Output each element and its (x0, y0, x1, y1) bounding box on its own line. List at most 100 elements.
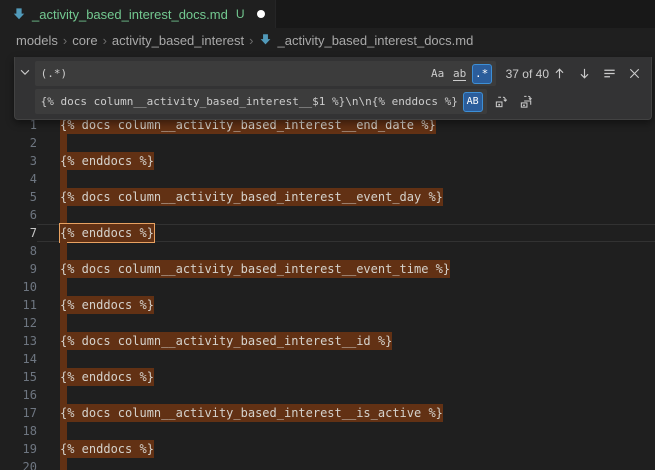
editor-line[interactable]: 9 {% docs column__activity_based_interest… (0, 260, 655, 278)
line-number: 17 (0, 404, 37, 422)
vscode-window: _activity_based_interest_docs.md U model… (0, 0, 655, 470)
preserve-case-toggle[interactable]: AB (463, 92, 483, 112)
breadcrumb-filename: _activity_based_interest_docs.md (278, 33, 474, 48)
find-match-highlight: {% enddocs %} (60, 440, 154, 458)
line-content: {% docs column__activity_based_interest_… (37, 188, 655, 206)
find-match-highlight: {% docs column__activity_based_interest_… (60, 332, 392, 350)
find-match-empty-highlight (60, 278, 67, 296)
line-content (37, 134, 655, 152)
find-match-highlight: {% enddocs %} (60, 368, 154, 386)
whole-word-toggle[interactable]: ab (450, 64, 470, 84)
breadcrumb-item-file[interactable]: _activity_based_interest_docs.md (259, 33, 474, 48)
line-number: 16 (0, 386, 37, 404)
replace-input-wrap: AB (35, 89, 487, 114)
line-content (37, 242, 655, 260)
find-input-wrap: Aa ab .* (35, 61, 496, 86)
toggle-replace-chevron-down-icon[interactable] (15, 61, 35, 82)
find-match-highlight: {% enddocs %} (60, 296, 154, 314)
editor-line[interactable]: 20 (0, 458, 655, 470)
editor-line[interactable]: 14 (0, 350, 655, 368)
find-match-empty-highlight (60, 458, 67, 470)
line-content (37, 170, 655, 188)
editor-lines: 1{% docs column__activity_based_interest… (0, 116, 655, 470)
editor-line[interactable]: 12 (0, 314, 655, 332)
editor-line[interactable]: 17 {% docs column__activity_based_interes… (0, 404, 655, 422)
breadcrumb-item[interactable]: activity_based_interest (112, 33, 244, 48)
line-number: 19 (0, 440, 37, 458)
breadcrumb: models›core›activity_based_interest›_act… (0, 28, 655, 52)
line-number: 2 (0, 134, 37, 152)
editor-line[interactable]: 13{% docs column__activity_based_interes… (0, 332, 655, 350)
line-number: 12 (0, 314, 37, 332)
editor-line[interactable]: 3 {% enddocs %} (0, 152, 655, 170)
breadcrumb-separator: › (103, 33, 107, 48)
find-match-empty-highlight (60, 350, 67, 368)
match-case-toggle[interactable]: Aa (428, 64, 448, 84)
editor-tab[interactable]: _activity_based_interest_docs.md U (0, 0, 276, 28)
find-match-empty-highlight (60, 386, 67, 404)
replace-icon[interactable] (491, 91, 512, 112)
modified-dot-icon[interactable] (257, 10, 265, 18)
breadcrumb-item[interactable]: core (72, 33, 97, 48)
editor-line[interactable]: 5{% docs column__activity_based_interest… (0, 188, 655, 206)
editor-line[interactable]: 2 (0, 134, 655, 152)
find-input[interactable] (41, 61, 426, 86)
line-content (37, 350, 655, 368)
line-content: {% enddocs %} (37, 440, 655, 458)
editor-line[interactable]: 6 (0, 206, 655, 224)
line-number: 6 (0, 206, 37, 224)
next-match-button[interactable] (574, 63, 595, 84)
find-replace-widget: Aa ab .* 37 of 40 (14, 57, 652, 120)
editor-line[interactable]: 19 {% enddocs %} (0, 440, 655, 458)
find-results-count: 37 of 40 (506, 67, 549, 81)
find-match-empty-highlight (60, 206, 67, 224)
find-match-highlight: {% enddocs %} (60, 152, 154, 170)
line-number: 20 (0, 458, 37, 470)
line-number: 3 (0, 152, 37, 170)
close-icon[interactable] (624, 63, 645, 84)
line-number: 15 (0, 368, 37, 386)
line-content: {% enddocs %} (37, 224, 655, 242)
find-match-empty-highlight (60, 134, 67, 152)
line-content: {% docs column__activity_based_interest_… (37, 260, 655, 278)
line-number: 10 (0, 278, 37, 296)
editor-line[interactable]: 7 {% enddocs %} (0, 224, 655, 242)
find-in-selection-icon[interactable] (599, 63, 620, 84)
find-match-highlight: {% docs column__activity_based_interest_… (60, 404, 443, 422)
line-number: 5 (0, 188, 37, 206)
line-content (37, 422, 655, 440)
markdown-file-icon (259, 33, 273, 47)
find-match-empty-highlight (60, 314, 67, 332)
line-content: {% enddocs %} (37, 296, 655, 314)
editor-line[interactable]: 11 {% enddocs %} (0, 296, 655, 314)
replace-row: AB (35, 89, 645, 114)
editor-line[interactable]: 8 (0, 242, 655, 260)
breadcrumb-separator: › (63, 33, 67, 48)
editor-line[interactable]: 16 (0, 386, 655, 404)
breadcrumb-item[interactable]: models (16, 33, 58, 48)
previous-match-button[interactable] (549, 63, 570, 84)
line-content: {% enddocs %} (37, 368, 655, 386)
find-match-highlight: {% enddocs %} (60, 224, 154, 242)
replace-input[interactable] (41, 89, 461, 114)
line-content (37, 206, 655, 224)
line-content (37, 278, 655, 296)
editor-line[interactable]: 10 (0, 278, 655, 296)
line-content (37, 314, 655, 332)
line-number: 11 (0, 296, 37, 314)
line-content: {% docs column__activity_based_interest_… (37, 332, 655, 350)
line-number: 7 (0, 224, 37, 242)
whole-word-label: ab (453, 67, 466, 81)
replace-all-icon[interactable] (516, 91, 537, 112)
line-content: {% enddocs %} (37, 152, 655, 170)
editor-line[interactable]: 4 (0, 170, 655, 188)
regex-toggle[interactable]: .* (472, 64, 492, 84)
tab-bar: _activity_based_interest_docs.md U (0, 0, 655, 28)
find-match-empty-highlight (60, 170, 67, 188)
find-match-highlight: {% docs column__activity_based_interest_… (60, 260, 450, 278)
find-row: Aa ab .* 37 of 40 (35, 61, 645, 86)
line-content: {% docs column__activity_based_interest_… (37, 404, 655, 422)
editor-line[interactable]: 15 {% enddocs %} (0, 368, 655, 386)
line-number: 9 (0, 260, 37, 278)
editor-line[interactable]: 18 (0, 422, 655, 440)
